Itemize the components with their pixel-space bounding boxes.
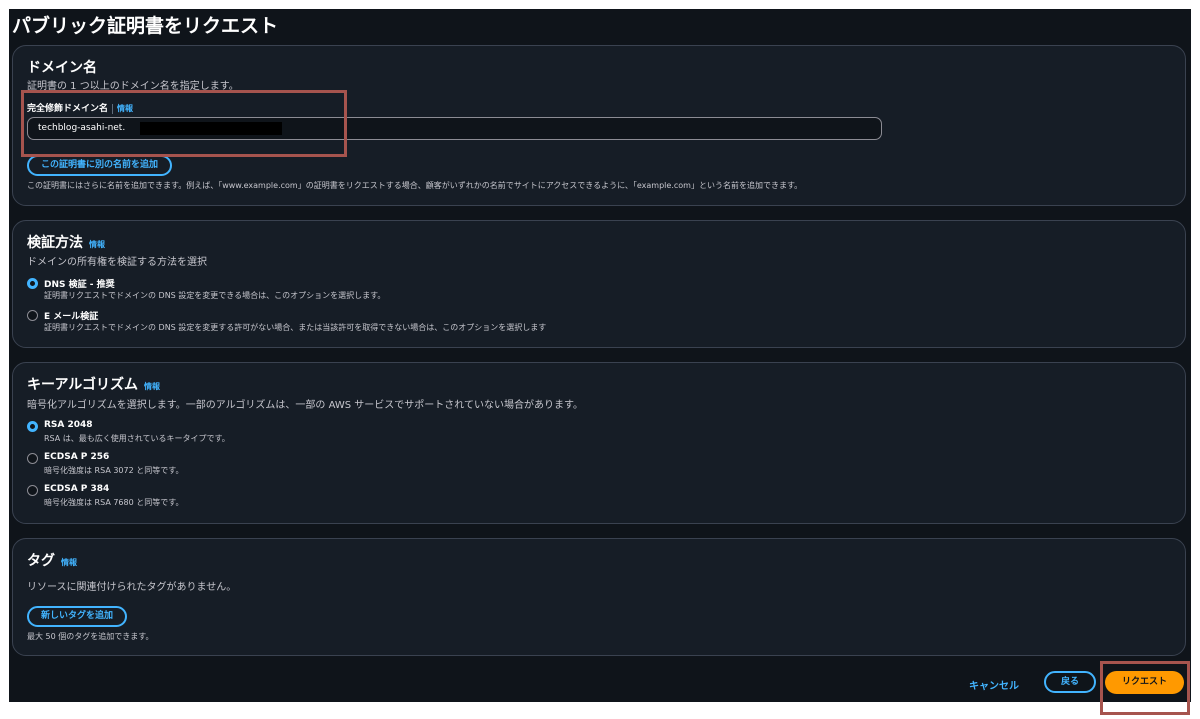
radio-ecdsa-p384-control[interactable] [27, 485, 38, 496]
radio-rsa-2048-control[interactable] [27, 421, 38, 432]
request-button[interactable]: リクエスト [1105, 671, 1184, 694]
fqdn-input[interactable]: techblog-asahi-net. [27, 117, 882, 140]
screen: パブリック証明書をリクエスト ドメイン名 証明書の 1 つ以上のドメイン名を指定… [9, 9, 1191, 702]
radio-dns-validation-control[interactable] [27, 278, 38, 289]
validation-method-title: 検証方法 情報 [27, 235, 105, 251]
radio-dns-validation-label: DNS 検証 - 推奨 [44, 280, 115, 290]
key-algorithm-card: キーアルゴリズム 情報 暗号化アルゴリズムを選択します。一部のアルゴリズムは、一部… [12, 362, 1186, 524]
key-algorithm-title: キーアルゴリズム 情報 [27, 377, 161, 393]
radio-rsa-2048-desc: RSA は、最も広く使用されているキータイプです。 [44, 434, 230, 443]
radio-ecdsa-p256-desc: 暗号化強度は RSA 3072 と同等です。 [44, 466, 184, 475]
tags-empty-message: リソースに関連付けられたタグがありません。 [27, 582, 237, 593]
validation-method-card: 検証方法 情報 ドメインの所有権を検証する方法を選択 DNS 検証 - 推奨 証明… [12, 220, 1186, 348]
radio-ecdsa-p384-desc: 暗号化強度は RSA 7680 と同等です。 [44, 498, 184, 507]
page-title: パブリック証明書をリクエスト [12, 15, 279, 37]
back-button[interactable]: 戻る [1044, 671, 1096, 693]
key-algorithm-description: 暗号化アルゴリズムを選択します。一部のアルゴリズムは、一部の AWS サービスで… [27, 400, 583, 411]
tags-info-link[interactable]: 情報 [61, 558, 77, 567]
cancel-button[interactable]: キャンセル [969, 677, 1019, 692]
tags-title: タグ 情報 [27, 553, 77, 569]
add-name-hint: この証明書にはさらに名前を追加できます。例えば、「www.example.com… [27, 181, 803, 190]
redacted-region [140, 122, 282, 135]
domain-name-card: ドメイン名 証明書の 1 つ以上のドメイン名を指定します。 完全修飾ドメイン名情… [12, 45, 1186, 206]
tags-hint: 最大 50 個のタグを追加できます。 [27, 632, 154, 641]
radio-email-validation-control[interactable] [27, 310, 38, 321]
key-info-link[interactable]: 情報 [144, 382, 160, 391]
radio-rsa-2048-label: RSA 2048 [44, 420, 93, 430]
validation-method-description: ドメインの所有権を検証する方法を選択 [27, 257, 207, 268]
radio-email-validation-label: E メール検証 [44, 312, 99, 322]
validation-info-link[interactable]: 情報 [89, 240, 105, 249]
add-another-name-button[interactable]: この証明書に別の名前を追加 [27, 155, 173, 176]
radio-ecdsa-p256-label: ECDSA P 256 [44, 452, 110, 462]
fqdn-label: 完全修飾ドメイン名 情報 [27, 103, 134, 114]
fqdn-info-link[interactable]: 情報 [117, 104, 133, 113]
add-new-tag-button[interactable]: 新しいタグを追加 [27, 606, 128, 627]
radio-dns-validation-desc: 証明書リクエストでドメインの DNS 設定を変更できる場合は、このオプションを選… [44, 291, 386, 300]
radio-email-validation-desc: 証明書リクエストでドメインの DNS 設定を変更する許可がない場合、または当該許… [44, 323, 547, 332]
domain-name-title: ドメイン名 [27, 60, 97, 76]
domain-name-description: 証明書の 1 つ以上のドメイン名を指定します。 [27, 81, 239, 92]
radio-ecdsa-p384-label: ECDSA P 384 [44, 484, 110, 494]
tags-card: タグ 情報 リソースに関連付けられたタグがありません。 新しいタグを追加 最大 5… [12, 538, 1186, 656]
radio-ecdsa-p256-control[interactable] [27, 453, 38, 464]
